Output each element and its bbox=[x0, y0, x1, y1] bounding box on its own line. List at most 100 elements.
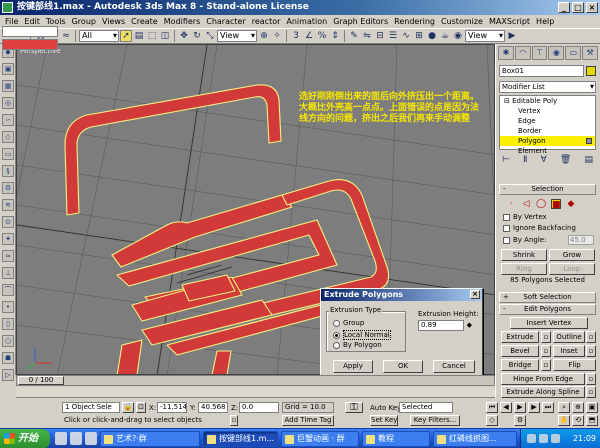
ok-button[interactable]: OK bbox=[383, 360, 423, 373]
maxscript-listener-white[interactable] bbox=[2, 26, 58, 37]
loop-button[interactable]: Loop bbox=[549, 263, 595, 275]
previous-frame-icon[interactable]: ◀ bbox=[500, 402, 512, 413]
pin-stack-icon[interactable]: ⊢ bbox=[502, 153, 510, 167]
car-wheel-icon[interactable]: ○ bbox=[2, 335, 14, 347]
go-to-start-icon[interactable]: ⏮ bbox=[486, 402, 498, 413]
task-screenshot[interactable]: 红磷线抓图... bbox=[433, 431, 517, 447]
play-icon[interactable]: ▶ bbox=[514, 402, 526, 413]
wind-icon[interactable]: ≋ bbox=[2, 199, 14, 211]
menu-modifiers[interactable]: Modifiers bbox=[161, 15, 204, 28]
move-icon[interactable]: ✥ bbox=[178, 30, 190, 42]
dialog-close-button[interactable]: × bbox=[470, 290, 480, 299]
inset-settings-button[interactable]: ▫ bbox=[586, 345, 596, 357]
cloth-icon[interactable]: ▦ bbox=[2, 80, 14, 92]
tray-network-icon[interactable] bbox=[527, 434, 536, 443]
select-object-icon[interactable]: ➚ bbox=[120, 30, 132, 42]
menu-group[interactable]: Group bbox=[69, 15, 99, 28]
time-tag-icon[interactable]: ▫ bbox=[230, 415, 238, 426]
bind-space-warp-icon[interactable]: ≈ bbox=[60, 30, 72, 42]
utilities-tab-icon[interactable]: ⚒ bbox=[582, 46, 598, 60]
soft-selection-rollout-header[interactable]: + Soft Selection bbox=[499, 292, 596, 303]
menu-character[interactable]: Character bbox=[203, 15, 249, 28]
extrude-button[interactable]: Extrude bbox=[501, 331, 539, 343]
remove-modifier-icon[interactable]: 🗑 bbox=[560, 153, 571, 167]
select-by-name-icon[interactable]: ▤ bbox=[133, 30, 145, 42]
set-key-big-icon[interactable]: ⚿ bbox=[345, 402, 363, 413]
z-coordinate[interactable]: 0.0 bbox=[239, 402, 279, 413]
task-tutorial-folder[interactable]: 教程 bbox=[362, 431, 430, 447]
point-icon[interactable]: • bbox=[2, 301, 14, 313]
spring-icon[interactable]: § bbox=[2, 165, 14, 177]
menu-rendering[interactable]: Rendering bbox=[391, 15, 438, 28]
make-unique-icon[interactable]: ∀ bbox=[541, 153, 547, 167]
deforming-mesh-icon[interactable]: ◇ bbox=[2, 131, 14, 143]
menu-graph-editors[interactable]: Graph Editors bbox=[330, 15, 391, 28]
curve-editor-icon[interactable]: ∿ bbox=[400, 30, 412, 42]
menu-animation[interactable]: Animation bbox=[283, 15, 330, 28]
menu-create[interactable]: Create bbox=[128, 15, 161, 28]
auto-key-label[interactable]: Auto Key bbox=[370, 404, 401, 412]
quick-launch-ie-icon[interactable] bbox=[55, 432, 67, 445]
percent-snap-icon[interactable]: % bbox=[316, 30, 328, 42]
ignore-backfacing-box[interactable] bbox=[503, 224, 510, 232]
edit-polygons-rollout-header[interactable]: - Edit Polygons bbox=[499, 304, 596, 315]
polygon-level-icon[interactable]: ■ bbox=[551, 199, 561, 210]
inset-button[interactable]: Inset bbox=[553, 345, 585, 357]
radio-local-normal[interactable]: Local Normal bbox=[333, 330, 391, 340]
element-level-icon[interactable]: ◆ bbox=[566, 199, 576, 209]
display-tab-icon[interactable]: ▭ bbox=[565, 46, 582, 60]
object-name-field[interactable]: Box01 bbox=[499, 65, 584, 77]
hierarchy-tab-icon[interactable]: ⊤ bbox=[531, 46, 548, 60]
prismatic-icon[interactable]: ▯ bbox=[2, 318, 14, 330]
reference-coordinate-dropdown[interactable]: View bbox=[217, 30, 257, 42]
angle-value-input[interactable]: 45.0 bbox=[568, 235, 594, 245]
manipulate-icon[interactable]: ✧ bbox=[271, 30, 283, 42]
key-mode-dropdown[interactable]: Selected bbox=[399, 402, 453, 413]
quick-launch-media-icon[interactable] bbox=[85, 432, 97, 445]
plane-icon[interactable]: ▭ bbox=[2, 148, 14, 160]
pan-icon[interactable]: ✋ bbox=[558, 415, 570, 426]
vertex-level-icon[interactable]: · bbox=[506, 199, 516, 209]
angle-snap-icon[interactable]: ∠ bbox=[303, 30, 315, 42]
align-icon[interactable]: ⊟ bbox=[374, 30, 386, 42]
start-button[interactable]: 开始 bbox=[0, 429, 50, 448]
scale-icon[interactable]: ⤡ bbox=[204, 30, 216, 42]
menu-reactor[interactable]: reactor bbox=[249, 15, 284, 28]
flip-button[interactable]: Flip bbox=[553, 359, 596, 371]
maxscript-listener-red[interactable] bbox=[2, 39, 58, 50]
track-bar[interactable] bbox=[16, 387, 495, 398]
task-chat-1[interactable]: 艺术?·群 bbox=[100, 431, 200, 447]
cancel-button[interactable]: Cancel bbox=[433, 360, 475, 373]
set-key-button[interactable]: Set Key bbox=[370, 415, 398, 426]
time-slider-thumb[interactable]: 0 / 100 bbox=[18, 376, 64, 385]
quick-render-icon[interactable]: ◉ bbox=[452, 30, 464, 42]
by-angle-box[interactable] bbox=[503, 236, 510, 244]
stack-item-editable-poly[interactable]: ⊟ Editable Poly bbox=[500, 96, 595, 106]
tray-im-icon[interactable] bbox=[551, 434, 560, 443]
go-to-end-icon[interactable]: ⏭ bbox=[542, 402, 554, 413]
render-type-dropdown[interactable]: View bbox=[465, 30, 505, 42]
radio-by-polygon-dot[interactable] bbox=[333, 341, 340, 349]
bridge-button[interactable]: Bridge bbox=[501, 359, 539, 371]
close-button[interactable]: × bbox=[586, 2, 598, 13]
zoom-all-icon[interactable]: ⊕ bbox=[572, 402, 584, 413]
quick-launch-desktop-icon[interactable] bbox=[70, 432, 82, 445]
outline-settings-button[interactable]: ▫ bbox=[586, 331, 596, 343]
stack-item-edge[interactable]: Edge bbox=[500, 116, 595, 126]
menu-help[interactable]: Help bbox=[533, 15, 557, 28]
menu-customize[interactable]: Customize bbox=[438, 15, 486, 28]
y-coordinate[interactable]: 40.568 bbox=[198, 402, 228, 413]
shrink-button[interactable]: Shrink bbox=[501, 249, 547, 261]
time-config-icon[interactable]: ⚙ bbox=[514, 415, 526, 426]
maximize-viewport-icon[interactable]: ⬒ bbox=[586, 415, 598, 426]
object-color-swatch[interactable] bbox=[586, 66, 596, 76]
rope-icon[interactable]: ∽ bbox=[2, 114, 14, 126]
selection-filter-dropdown[interactable]: All bbox=[79, 30, 119, 42]
modify-tab-icon[interactable]: ◠ bbox=[514, 46, 531, 60]
radio-group[interactable]: Group bbox=[333, 319, 364, 327]
grow-button[interactable]: Grow bbox=[549, 249, 595, 261]
pivot-center-icon[interactable]: ⊕ bbox=[258, 30, 270, 42]
by-angle-checkbox[interactable]: By Angle: bbox=[503, 236, 546, 244]
apply-button[interactable]: Apply bbox=[333, 360, 373, 373]
lock-selection-icon[interactable]: 🔒 bbox=[122, 402, 134, 413]
